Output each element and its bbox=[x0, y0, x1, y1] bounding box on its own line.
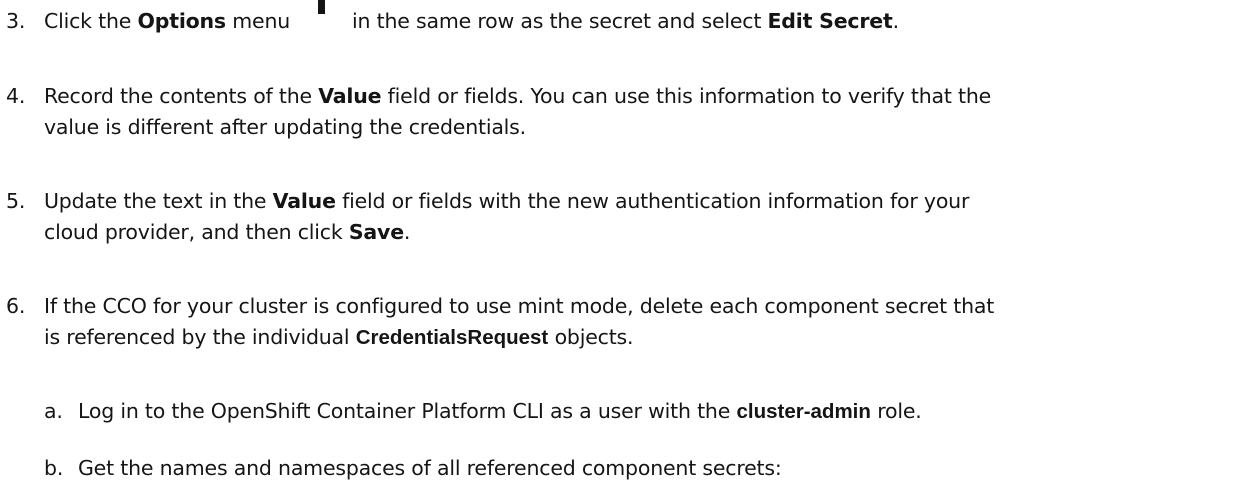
step-number: 4. bbox=[6, 84, 26, 108]
substep-text: Log in to the OpenShift Container Platfo… bbox=[78, 396, 922, 427]
step-line: value is different after updating the cr… bbox=[44, 115, 526, 139]
kebab-options-icon bbox=[290, 0, 352, 26]
step-line: is referenced by the individual Credenti… bbox=[44, 325, 634, 349]
substep-line: Get the names and namespaces of all refe… bbox=[78, 456, 782, 480]
step-text: Click the Options menu in the same row as… bbox=[44, 0, 899, 37]
step-line: Update the text in the Value field or fi… bbox=[44, 189, 970, 213]
step-text: Record the contents of the Value field o… bbox=[44, 81, 991, 143]
step-text: Update the text in the Value field or fi… bbox=[44, 186, 969, 248]
cluster-admin-term: cluster-admin bbox=[736, 400, 871, 423]
documentation-page: 3. Click the Options menu in the same row… bbox=[0, 0, 1242, 483]
options-menu-label: Options bbox=[137, 9, 227, 33]
step-number: 6. bbox=[6, 294, 26, 318]
step-number: 3. bbox=[6, 9, 26, 33]
edit-secret-label: Edit Secret bbox=[767, 9, 893, 33]
substep-line: Log in to the OpenShift Container Platfo… bbox=[78, 399, 922, 423]
substep-letter: b. bbox=[44, 456, 64, 480]
step-line: Record the contents of the Value field o… bbox=[44, 84, 992, 108]
credentialsrequest-term: CredentialsRequest bbox=[355, 326, 549, 349]
substep-letter: a. bbox=[44, 399, 63, 423]
step-line: cloud provider, and then click Save. bbox=[44, 220, 411, 244]
step-number: 5. bbox=[6, 189, 26, 213]
substep-text: Get the names and namespaces of all refe… bbox=[78, 453, 782, 484]
value-field-label: Value bbox=[272, 189, 336, 213]
value-field-label: Value bbox=[318, 84, 382, 108]
save-button-label: Save bbox=[348, 220, 404, 244]
step-line: If the CCO for your cluster is configure… bbox=[44, 294, 995, 318]
step-text: If the CCO for your cluster is configure… bbox=[44, 291, 994, 353]
step-line: Click the Options menu in the same row as… bbox=[44, 0, 899, 37]
